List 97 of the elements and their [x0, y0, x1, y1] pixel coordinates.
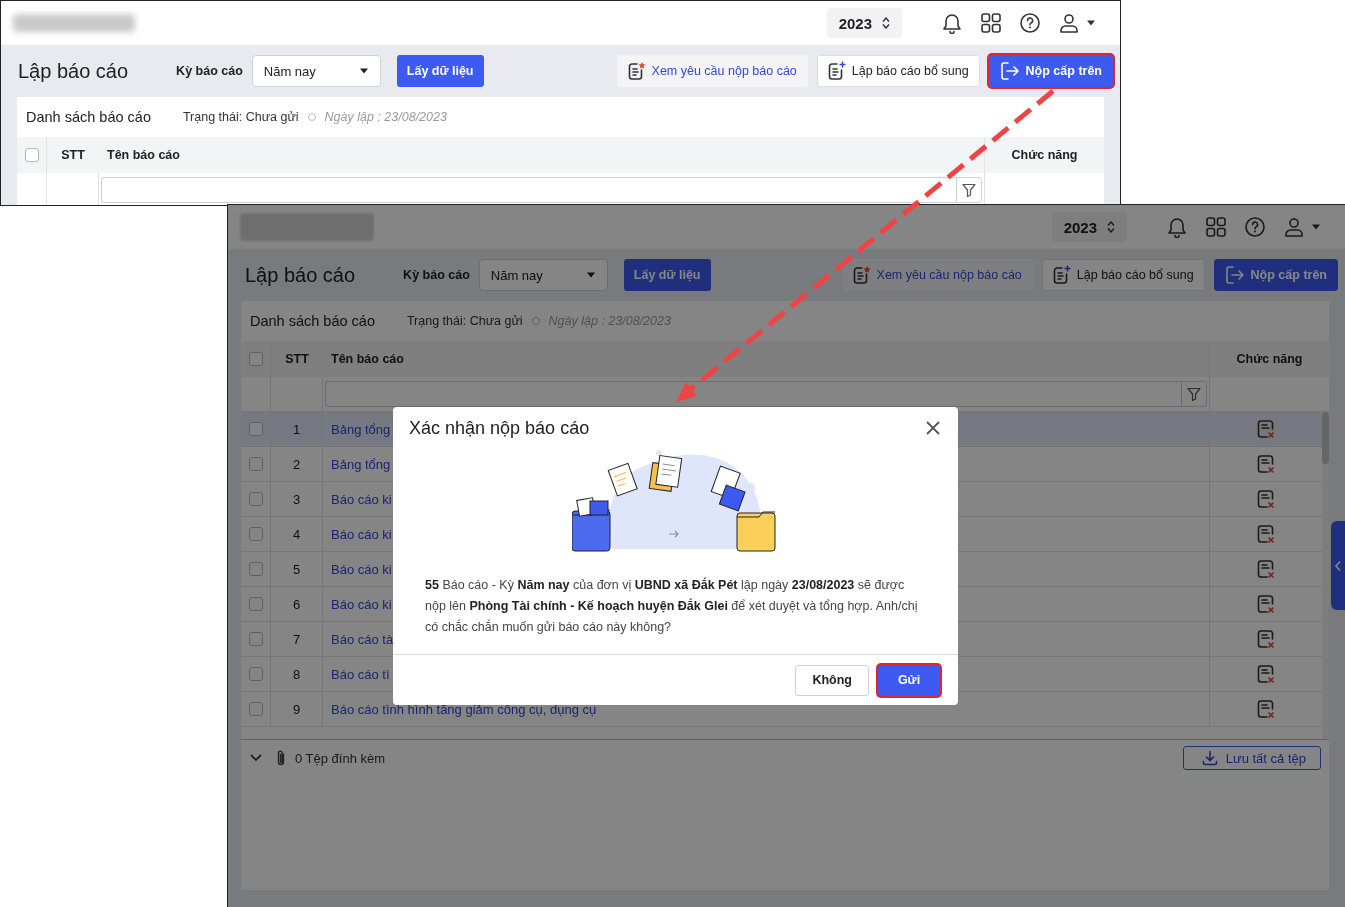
document-remove-icon[interactable] [1257, 419, 1275, 439]
exit-arrow-icon [1224, 265, 1245, 285]
document-remove-icon[interactable] [1257, 664, 1275, 684]
select-all-checkbox[interactable] [248, 352, 263, 366]
panel-title: Danh sách báo cáo [26, 109, 151, 125]
column-header: Tên báo cáo [107, 148, 180, 162]
document-remove-icon[interactable] [1257, 489, 1275, 509]
report-link[interactable]: Báo cáo tì [331, 666, 390, 682]
download-icon [1201, 750, 1218, 766]
submit-button[interactable]: Nộp cấp trên [988, 55, 1113, 87]
column-header: Tên báo cáo [331, 352, 404, 366]
sort-icon[interactable] [882, 17, 890, 29]
caret-icon [1086, 20, 1096, 26]
document-remove-icon[interactable] [1257, 699, 1275, 719]
caret-icon [358, 68, 369, 74]
row-checkbox[interactable] [248, 422, 263, 436]
period-label: Kỳ báo cáo [176, 64, 243, 78]
notification-bell-icon[interactable] [941, 12, 963, 34]
attachment-count: 0 Tệp đính kèm [295, 750, 386, 766]
user-icon[interactable] [1058, 12, 1080, 34]
view-requests-button[interactable]: Xem yêu cầu nộp báo cáo [616, 55, 808, 87]
row-number: 6 [292, 596, 301, 612]
column-header: STT [61, 148, 85, 162]
row-number: 4 [292, 526, 301, 542]
report-link[interactable]: Báo cáo ki [331, 526, 392, 542]
document-remove-icon[interactable] [1257, 629, 1275, 649]
row-checkbox[interactable] [248, 562, 263, 576]
document-remove-icon[interactable] [1257, 594, 1275, 614]
column-header: Chức năng [1236, 352, 1303, 366]
filter-icon [962, 183, 976, 197]
report-link[interactable]: Báo cáo ki [331, 491, 392, 507]
page-title: Lập báo cáo [18, 59, 129, 83]
filter-button[interactable] [956, 177, 982, 203]
document-star-icon [627, 61, 646, 81]
row-number: 3 [292, 491, 301, 507]
page-title: Lập báo cáo [245, 263, 356, 287]
report-link[interactable]: Báo cáo tà [331, 631, 394, 647]
add-report-button[interactable]: Lập báo cáo bổ sung [1041, 259, 1205, 291]
dialog-title: Xác nhận nộp báo cáo [409, 417, 590, 439]
document-remove-icon[interactable] [1257, 524, 1275, 544]
view-requests-button[interactable]: Xem yêu cầu nộp báo cáo [841, 259, 1033, 291]
row-checkbox[interactable] [248, 457, 263, 471]
close-icon[interactable] [925, 420, 941, 436]
exit-arrow-icon [999, 61, 1020, 81]
fetch-data-button[interactable]: Lấy dữ liệu [396, 55, 484, 87]
row-checkbox[interactable] [248, 702, 263, 716]
report-link[interactable]: Báo cáo ki [331, 596, 392, 612]
document-remove-icon[interactable] [1257, 454, 1275, 474]
apps-grid-icon[interactable] [980, 12, 1002, 34]
save-all-button[interactable]: Lưu tất cả tệp [1182, 746, 1321, 770]
row-checkbox[interactable] [248, 597, 263, 611]
row-number: 1 [292, 421, 301, 437]
report-link[interactable]: Bảng tổng [331, 421, 391, 437]
cancel-button[interactable]: Không [795, 664, 869, 696]
row-number: 5 [292, 561, 301, 577]
add-report-button[interactable]: Lập báo cáo bổ sung [816, 55, 980, 87]
column-header: STT [285, 352, 309, 366]
scrollbar-thumb[interactable] [1322, 412, 1329, 464]
filter-icon [1187, 387, 1201, 401]
period-select[interactable]: Năm nay [478, 259, 608, 291]
chevron-left-icon [1334, 559, 1342, 572]
status-text: Trạng thái: Chưa gửi [182, 110, 299, 124]
document-plus-icon [1052, 265, 1071, 285]
row-checkbox[interactable] [248, 667, 263, 681]
row-checkbox[interactable] [248, 492, 263, 506]
help-icon[interactable] [1019, 12, 1041, 34]
send-button[interactable]: Gửi [878, 664, 940, 696]
row-checkbox[interactable] [248, 632, 263, 646]
paperclip-icon [275, 749, 287, 767]
row-number: 8 [292, 666, 301, 682]
caret-icon [585, 272, 596, 278]
row-number: 9 [292, 701, 301, 717]
panel-title: Danh sách báo cáo [250, 313, 375, 329]
fetch-data-button[interactable]: Lấy dữ liệu [623, 259, 711, 291]
document-plus-icon [827, 61, 846, 81]
year-selector[interactable]: 2023 [826, 8, 902, 38]
select-all-checkbox[interactable] [24, 148, 39, 162]
period-select[interactable]: Năm nay [251, 55, 381, 87]
chevron-down-icon[interactable] [249, 753, 263, 763]
row-checkbox[interactable] [248, 527, 263, 541]
submit-button[interactable]: Nộp cấp trên [1213, 259, 1338, 291]
created-date: Ngày lập : 23/08/2023 [324, 110, 447, 124]
filter-field[interactable] [325, 381, 1181, 407]
report-link[interactable]: Bảng tổng [331, 456, 391, 472]
column-header: Chức năng [1011, 148, 1078, 162]
report-link[interactable]: Báo cáo ki [331, 561, 392, 577]
filter-field[interactable] [101, 177, 956, 203]
report-link[interactable]: Báo cáo tình hình tăng giảm công cụ, dụng cụ [331, 701, 597, 717]
document-remove-icon[interactable] [1257, 559, 1275, 579]
caret-icon [1311, 224, 1321, 230]
period-label: Kỳ báo cáo [403, 268, 470, 282]
filter-button[interactable] [1181, 381, 1207, 407]
status-text: Trạng thái: Chưa gửi [406, 314, 523, 328]
document-star-icon [852, 265, 871, 285]
year-selector[interactable]: 2023 [1051, 212, 1127, 242]
row-number: 7 [292, 631, 301, 647]
row-number: 2 [292, 456, 301, 472]
